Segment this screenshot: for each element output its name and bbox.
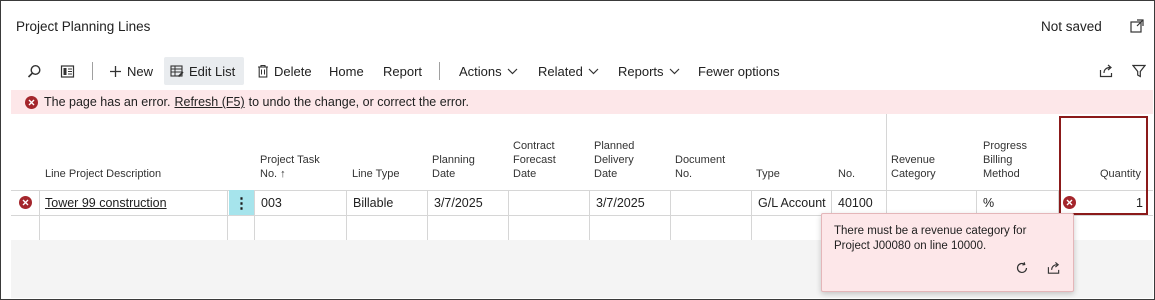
cell-description[interactable]: Tower 99 construction	[45, 190, 167, 215]
related-menu[interactable]: Related	[532, 57, 605, 85]
fewer-options-button[interactable]: Fewer options	[692, 57, 786, 85]
toolbar-separator	[92, 62, 93, 80]
cell-no[interactable]: 40100	[838, 190, 873, 215]
search-icon	[27, 64, 42, 79]
refresh-link[interactable]: Refresh (F5)	[174, 95, 244, 109]
cell-planning-date[interactable]: 3/7/2025	[434, 190, 483, 215]
report-label: Report	[383, 63, 423, 79]
col-header-progress-billing-method[interactable]: Progress Billing Method	[983, 139, 1027, 181]
column-divider	[346, 190, 347, 240]
share-icon	[1099, 64, 1114, 78]
search-button[interactable]	[21, 57, 48, 85]
filter-pane-icon	[60, 64, 75, 79]
col-header-document-no[interactable]: Document No.	[675, 153, 725, 181]
col-header-line-type[interactable]: Line Type	[352, 167, 400, 181]
report-button[interactable]: Report	[377, 57, 428, 85]
grid-header: Line Project Description Project Task No…	[11, 114, 1153, 190]
col-header-contract-forecast-date[interactable]: Contract Forecast Date	[513, 139, 556, 181]
home-label: Home	[329, 63, 364, 79]
column-divider	[427, 190, 428, 240]
col-header-description[interactable]: Line Project Description	[45, 167, 161, 181]
actions-menu[interactable]: Actions	[453, 57, 524, 85]
col-header-revenue-category[interactable]: Revenue Category	[891, 153, 936, 181]
col-header-planning-date[interactable]: Planning Date	[432, 153, 475, 181]
error-message: The page has an error.	[44, 95, 171, 109]
filter-pane-button[interactable]	[54, 57, 81, 85]
home-button[interactable]: Home	[323, 57, 370, 85]
reports-menu[interactable]: Reports	[612, 57, 686, 85]
column-divider	[670, 190, 671, 240]
edit-list-icon	[170, 64, 184, 78]
column-divider	[227, 190, 228, 240]
trash-icon	[257, 64, 269, 78]
column-divider	[39, 190, 40, 240]
error-icon	[25, 95, 38, 109]
actions-label: Actions	[459, 63, 502, 79]
edit-list-button[interactable]: Edit List	[164, 57, 244, 85]
col-header-type[interactable]: Type	[756, 167, 780, 181]
row-divider	[11, 190, 1153, 191]
toolbar-separator	[439, 62, 440, 80]
share-icon[interactable]	[1047, 261, 1061, 280]
col-header-planned-delivery-date[interactable]: Planned Delivery Date	[594, 139, 634, 181]
chevron-down-icon	[588, 68, 599, 75]
cell-progress-billing-method[interactable]: %	[983, 190, 994, 215]
fewer-options-label: Fewer options	[698, 63, 780, 79]
error-icon	[19, 196, 32, 209]
toolbar: New Edit List Delete Home Report Actions…	[1, 57, 1153, 85]
quantity-highlight-box	[1059, 116, 1148, 215]
delete-button[interactable]: Delete	[251, 57, 318, 85]
edit-list-label: Edit List	[189, 63, 236, 79]
error-tooltip: There must be a revenue category for Pro…	[821, 213, 1074, 292]
delete-label: Delete	[274, 63, 312, 79]
column-divider	[254, 190, 255, 240]
popout-icon[interactable]	[1129, 18, 1145, 34]
new-button[interactable]: New	[103, 57, 159, 85]
row-error-indicator[interactable]	[19, 190, 32, 215]
page-title: Project Planning Lines	[16, 19, 151, 34]
refresh-icon[interactable]	[1015, 261, 1029, 280]
column-divider	[751, 190, 752, 240]
save-status: Not saved	[1041, 19, 1102, 34]
cell-planned-delivery-date[interactable]: 3/7/2025	[596, 190, 645, 215]
share-button[interactable]	[1093, 57, 1120, 85]
cell-task-no[interactable]: 003	[261, 190, 282, 215]
tooltip-message: There must be a revenue category for Pro…	[834, 225, 1027, 252]
reports-label: Reports	[618, 63, 664, 79]
chevron-down-icon	[507, 68, 518, 75]
error-message-suffix: to undo the change, or correct the error…	[248, 95, 469, 109]
row-actions-menu-button[interactable]: ⋮	[229, 190, 254, 215]
chevron-down-icon	[669, 68, 680, 75]
column-divider	[508, 190, 509, 240]
page-frame: Project Planning Lines Not saved New Edi…	[0, 0, 1155, 300]
cell-line-type[interactable]: Billable	[353, 190, 393, 215]
related-label: Related	[538, 63, 583, 79]
col-header-no[interactable]: No.	[838, 167, 855, 181]
column-divider	[589, 190, 590, 240]
filter-button[interactable]	[1126, 57, 1152, 85]
error-banner: The page has an error. Refresh (F5) to u…	[11, 90, 1153, 114]
plus-icon	[109, 65, 122, 78]
new-label: New	[127, 63, 154, 79]
cell-type[interactable]: G/L Account	[758, 190, 826, 215]
col-header-task-no[interactable]: Project Task No. ↑	[260, 153, 320, 181]
filter-icon	[1132, 64, 1146, 78]
